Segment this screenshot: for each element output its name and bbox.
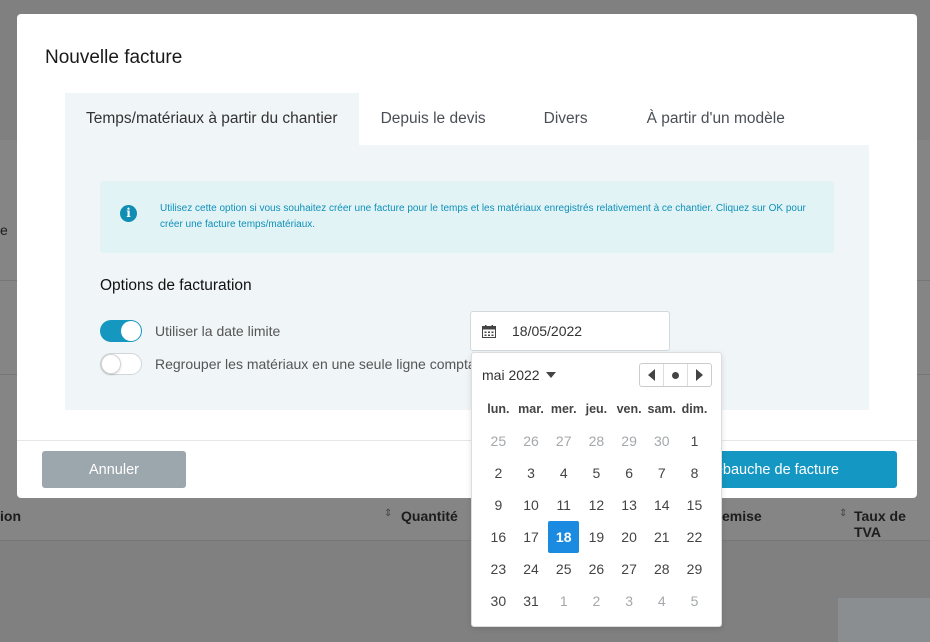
- day-cell[interactable]: 26: [515, 425, 548, 457]
- invoice-source-tabs: Temps/matériaux à partir du chantier Dep…: [65, 93, 785, 145]
- day-cell[interactable]: 3: [515, 457, 548, 489]
- modal-title: Nouvelle facture: [45, 47, 183, 68]
- day-cell[interactable]: 1: [678, 425, 711, 457]
- date-picker: mai 2022 lun. mar. mer. jeu. ven. sam. dim. 25…: [471, 352, 722, 627]
- day-cell[interactable]: 17: [515, 521, 548, 553]
- day-cell[interactable]: 29: [678, 553, 711, 585]
- group-materials-toggle[interactable]: [100, 353, 142, 375]
- day-cell[interactable]: 16: [482, 521, 515, 553]
- use-due-date-toggle[interactable]: [100, 320, 142, 342]
- day-cell[interactable]: 4: [645, 585, 678, 617]
- month-selector[interactable]: mai 2022: [482, 367, 556, 383]
- new-invoice-modal: Nouvelle facture Temps/matériaux à parti…: [17, 14, 917, 498]
- background-text: e: [0, 222, 8, 238]
- day-cell[interactable]: 2: [482, 457, 515, 489]
- cancel-button[interactable]: Annuler: [42, 451, 186, 488]
- day-cell[interactable]: 10: [515, 489, 548, 521]
- dot-icon: [672, 371, 679, 379]
- background-panel: [838, 598, 930, 642]
- day-cell[interactable]: 5: [580, 457, 613, 489]
- day-cell[interactable]: 30: [645, 425, 678, 457]
- caret-down-icon: [545, 372, 556, 378]
- day-cell[interactable]: 14: [645, 489, 678, 521]
- triangle-right-icon: [696, 369, 703, 381]
- sort-icon: ⇕: [839, 508, 848, 519]
- day-cell[interactable]: 22: [678, 521, 711, 553]
- weekday-label: mer.: [550, 402, 577, 416]
- calendar-icon: [482, 325, 496, 338]
- day-cell[interactable]: 13: [613, 489, 646, 521]
- weekday-label: ven.: [616, 402, 642, 416]
- info-box: i Utilisez cette option si vous souhaite…: [100, 181, 834, 253]
- background-column-header: ion: [0, 508, 21, 524]
- day-cell[interactable]: 1: [547, 585, 580, 617]
- info-text: Utilisez cette option si vous souhaitez …: [160, 203, 806, 230]
- weekday-label: lun.: [487, 402, 510, 416]
- month-navigation: [639, 363, 712, 387]
- day-cell[interactable]: 31: [515, 585, 548, 617]
- background-divider: [0, 540, 930, 541]
- day-cell[interactable]: 15: [678, 489, 711, 521]
- day-cell[interactable]: 29: [613, 425, 646, 457]
- day-cell[interactable]: 21: [645, 521, 678, 553]
- prev-month-button[interactable]: [640, 364, 663, 386]
- day-cell[interactable]: 28: [580, 425, 613, 457]
- day-cell[interactable]: 4: [547, 457, 580, 489]
- toggle-knob: [121, 321, 141, 341]
- day-cell[interactable]: 26: [580, 553, 613, 585]
- use-due-date-label: Utiliser la date limite: [155, 323, 281, 339]
- background-column-remise: emise: [722, 508, 762, 524]
- tab-from-quote[interactable]: Depuis le devis: [359, 93, 508, 145]
- today-button[interactable]: [663, 364, 687, 386]
- day-cell-selected[interactable]: 18: [548, 521, 580, 553]
- day-cell[interactable]: 25: [482, 425, 515, 457]
- day-cell[interactable]: 2: [580, 585, 613, 617]
- footer-divider: [17, 440, 917, 441]
- day-cell[interactable]: 6: [613, 457, 646, 489]
- tab-panel: i Utilisez cette option si vous souhaite…: [65, 145, 869, 410]
- due-date-input[interactable]: 18/05/2022: [470, 311, 670, 351]
- day-cell[interactable]: 27: [547, 425, 580, 457]
- next-month-button[interactable]: [687, 364, 711, 386]
- day-cell[interactable]: 8: [678, 457, 711, 489]
- tab-from-template[interactable]: À partir d'un modèle: [625, 93, 785, 145]
- weekday-label: mar.: [518, 402, 544, 416]
- weekday-label: jeu.: [585, 402, 608, 416]
- day-cell[interactable]: 23: [482, 553, 515, 585]
- day-cell[interactable]: 27: [613, 553, 646, 585]
- day-cell[interactable]: 9: [482, 489, 515, 521]
- month-label: mai 2022: [482, 367, 540, 383]
- day-cell[interactable]: 5: [678, 585, 711, 617]
- weekday-header: lun. mar. mer. jeu. ven. sam. dim.: [482, 402, 711, 420]
- group-materials-label: Regrouper les matériaux en une seule lig…: [155, 356, 495, 372]
- day-cell[interactable]: 11: [547, 489, 580, 521]
- billing-options-title: Options de facturation: [100, 277, 252, 294]
- day-cell[interactable]: 19: [580, 521, 613, 553]
- day-cell[interactable]: 7: [645, 457, 678, 489]
- day-grid: 25 26 27 28 29 30 1 2 3 4 5 6 7 8 9 10 11 12 13 14 15 16 17 18 1…: [482, 425, 711, 617]
- background-column-quantite: Quantité: [401, 508, 458, 524]
- weekday-label: sam.: [647, 402, 677, 416]
- toggle-knob: [101, 354, 121, 374]
- sort-icon: ⇕: [384, 508, 393, 519]
- day-cell[interactable]: 30: [482, 585, 515, 617]
- tab-time-materials[interactable]: Temps/matériaux à partir du chantier: [65, 93, 359, 145]
- day-cell[interactable]: 12: [580, 489, 613, 521]
- day-cell[interactable]: 3: [613, 585, 646, 617]
- day-cell[interactable]: 28: [645, 553, 678, 585]
- background-column-tva: Taux de TVA: [854, 508, 906, 540]
- tab-misc[interactable]: Divers: [508, 93, 625, 145]
- weekday-label: dim.: [681, 402, 708, 416]
- day-cell[interactable]: 20: [613, 521, 646, 553]
- day-cell[interactable]: 24: [515, 553, 548, 585]
- date-value: 18/05/2022: [512, 323, 583, 339]
- triangle-left-icon: [648, 369, 655, 381]
- info-icon: i: [120, 205, 137, 222]
- day-cell[interactable]: 25: [547, 553, 580, 585]
